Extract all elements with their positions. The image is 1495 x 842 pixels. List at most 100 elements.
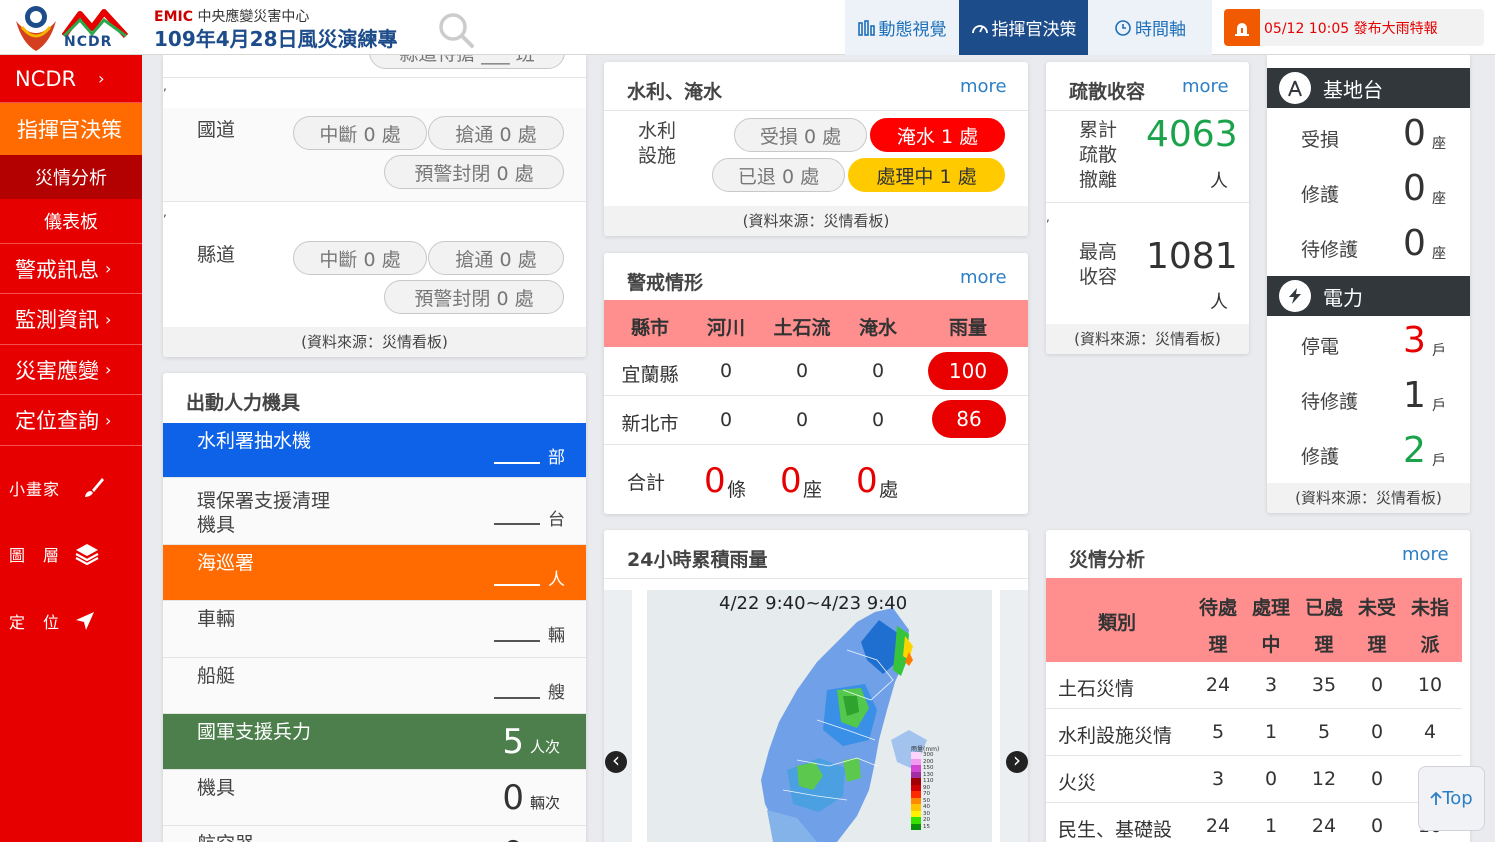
rain-time-range: 4/22 9:40~4/23 9:40 [719,593,908,614]
cumulative-evac-label: 累計疏散撤離 [1079,119,1118,191]
sidebar: NCDR › 指揮官決策 災情分析 儀表板 警戒訊息 › 監測資訊 › 災害應變 › 定… [0,55,142,842]
section-title: 電力 [1323,285,1363,310]
count-cell: 12 [1311,768,1337,790]
row-value: 0 [1403,113,1426,154]
data-source: (資料來源：災情看板) [163,327,586,357]
count-cell: 35 [1311,674,1337,696]
county-road-partial-pill: 縣道待搶 ___ 班 [369,55,565,69]
sidebar-item-warning[interactable]: 警戒訊息 › [0,244,142,294]
road-label: 國道 [197,119,236,141]
data-source: (資料來源：災情看板) [1046,324,1249,354]
row-value: 0 [502,834,524,842]
row-unit: 人次 [530,738,561,756]
lightning-icon [1279,280,1311,312]
more-link[interactable]: more [1402,544,1449,565]
ncdr-logo-text: NCDR [64,34,113,50]
divider [604,578,1028,579]
row-label: 水利署抽水機 [197,430,312,452]
sidebar-item-label: 定位查詢 [15,409,99,433]
sidebar-item-locate-query[interactable]: 定位查詢 › [0,395,142,446]
col-header: 縣市 [630,317,669,339]
col-header: 土石流 [773,317,831,339]
evacuation-panel: 疏散收容 more 累計疏散撤離 4063 人 , 最高收容 1081 人 (資… [1046,62,1249,354]
back-to-top-button[interactable]: Top [1418,766,1485,831]
stray-mark: , [1046,210,1050,224]
sidebar-item-label: 監測資訊 [15,308,99,332]
tool-label: 定 位 [9,613,61,632]
dashboard-icon [971,24,988,33]
row-unit: 戶 [1432,398,1446,414]
panel-title: 出動人力機具 [186,392,301,414]
carousel-next-button[interactable]: › [1006,750,1028,773]
layers-icon [75,544,99,566]
row-label: 修護 [1301,446,1340,468]
divider [163,201,586,202]
sidebar-item-ncdr[interactable]: NCDR › [0,55,142,103]
unit-label: 人 [1210,171,1228,192]
rainfall-map[interactable]: 4/22 9:40~4/23 9:40 雨量(mm) 300 200 150 130 1… [647,590,992,842]
road-label: 縣道 [197,244,236,266]
location-arrow-icon [76,612,95,630]
col-header: 處理中 [1251,597,1290,656]
count-cell: 5 [1317,721,1331,743]
sidebar-item-label: 警戒訊息 [15,257,99,282]
row-label: 受損 [1301,129,1340,151]
count-cell: 24 [1311,815,1337,837]
sidebar-item-dashboard[interactable]: 儀表板 [0,199,142,244]
search-icon[interactable] [436,10,476,50]
alert-banner[interactable]: 05/12 10:05 發布大雨特報 [1224,9,1484,46]
sidebar-item-disaster-analysis[interactable]: 災情分析 [0,155,142,199]
tool-layers[interactable]: 圖 層 [0,526,142,582]
carousel-prev-button[interactable]: ‹ [605,750,627,773]
blank-line [494,640,540,642]
warn-close-pill: 預警封閉 0 處 [384,155,564,189]
panel-title: 災情分析 [1069,549,1146,571]
sidebar-item-monitor[interactable]: 監測資訊 › [0,294,142,345]
panel-title: 疏散收容 [1069,81,1146,103]
manpower-row: 國軍支援兵力 5 人次 [163,714,586,770]
roads-panel: 縣道待搶 ___ 班 , 國道 中斷 0 處 搶通 0 處 預警封閉 0 處 ,… [163,55,586,357]
count-cell: 0 [1264,768,1278,790]
category-cell: 火災 [1058,772,1097,794]
siren-icon [1224,9,1260,46]
sidebar-item-commander[interactable]: 指揮官決策 [0,103,142,155]
col-header: 未指派 [1410,597,1449,656]
manpower-row: 航空器0架次 [163,826,586,842]
row-value: 3 [1403,320,1426,361]
county-cell: 宜蘭縣 [621,364,679,386]
category-cell: 民生、基礎設 [1058,819,1173,841]
arrow-up-icon [1430,791,1442,805]
rain-badge: 100 [928,352,1008,390]
nav-timeline[interactable]: 時間軸 [1088,0,1212,55]
legend-entry: 15 [911,823,947,830]
count-cell: 0 [1370,721,1384,743]
river-cell: 0 [719,360,733,382]
table-row: 土石災情 24 3 35 0 10 [1046,662,1462,709]
row-label: 航空器 [197,832,347,842]
count-cell: 10 [1417,674,1443,696]
warn-close-pill: 預警封閉 0 處 [384,280,564,314]
tool-paint[interactable]: 小畫家 [0,460,142,516]
processing-pill: 處理中 1 處 [848,158,1005,192]
total-unit: 座 [803,479,823,501]
col-header: 待處理 [1198,597,1237,656]
count-cell: 24 [1205,815,1231,837]
more-link[interactable]: more [1182,76,1229,97]
nav-commander-decision[interactable]: 指揮官決策 [959,0,1088,55]
count-cell: 0 [1370,768,1384,790]
sidebar-item-label: 指揮官決策 [17,118,122,142]
row-value: 1 [1403,375,1426,416]
more-link[interactable]: more [960,76,1007,97]
sidebar-item-response[interactable]: 災害應變 › [0,345,142,395]
table-row: 民生、基礎設24124010 [1046,803,1462,842]
chevron-right-icon: › [105,259,112,278]
tool-locate[interactable]: 定 位 [0,593,142,649]
more-link[interactable]: more [960,267,1007,288]
row-value: 0 [1403,223,1426,264]
total-unit: 條 [727,479,747,501]
table-row: 火災301200 [1046,756,1462,803]
chevron-right-icon: › [98,69,105,88]
nav-dynamic-visual[interactable]: 動態視覺 [845,0,959,55]
category-cell: 水利設施災情 [1058,725,1173,747]
section-title: 基地台 [1323,77,1383,102]
